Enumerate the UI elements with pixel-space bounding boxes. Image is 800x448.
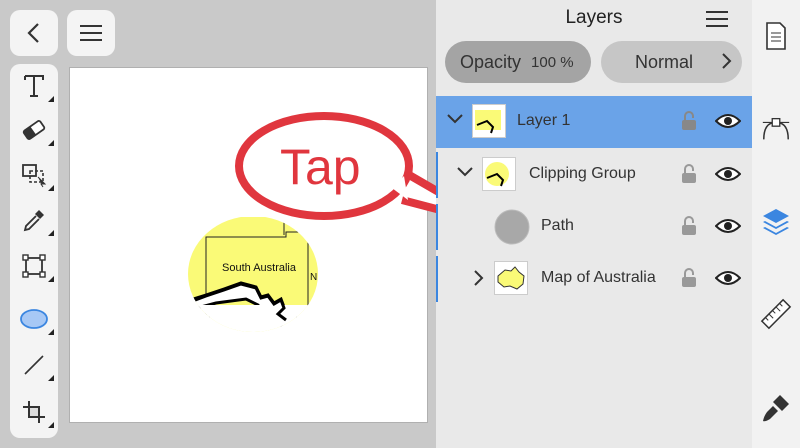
brush-icon <box>763 395 789 422</box>
text-tool-button[interactable] <box>10 64 58 108</box>
node-tool-button[interactable] <box>760 113 792 145</box>
eye-icon[interactable] <box>715 165 741 183</box>
lock-icon[interactable] <box>681 163 697 185</box>
chevron-right-icon[interactable] <box>472 269 484 287</box>
panel-title: Layers <box>565 7 623 28</box>
layer-row-map-of-australia[interactable]: Map of Australia <box>436 253 752 305</box>
ellipse-tool-button[interactable] <box>10 297 58 341</box>
ellipse-tool-icon <box>20 309 48 329</box>
transform-panel-button[interactable] <box>760 298 792 330</box>
back-button[interactable] <box>10 10 58 56</box>
text-tool-icon <box>24 75 44 97</box>
layer-name: Path <box>541 217 574 234</box>
callout-text: Tap <box>280 139 361 195</box>
brushes-panel-button[interactable] <box>760 392 792 424</box>
map-thumbnail-icon <box>485 162 509 187</box>
eye-icon[interactable] <box>715 217 741 235</box>
layers-panel: Layers Opacity 100 % Normal Layer 1 Clip… <box>436 0 752 448</box>
chevron-right-icon <box>722 53 732 69</box>
layer-row-clipping-group[interactable]: Clipping Group <box>436 149 752 201</box>
selection-icon <box>22 164 47 188</box>
opacity-value: 100 % <box>531 53 574 71</box>
map-edge-label: N <box>310 272 318 283</box>
layer-row-layer-1[interactable]: Layer 1 <box>436 96 752 148</box>
line-tool-icon <box>24 355 44 375</box>
document-panel-button[interactable] <box>760 20 792 52</box>
layer-indent-rail <box>436 152 438 198</box>
chevron-down-icon[interactable] <box>446 112 464 126</box>
layer-indent-rail <box>436 256 438 302</box>
map-region-label: South Australia <box>222 262 296 274</box>
selection-tool-button[interactable] <box>10 153 58 197</box>
crop-icon <box>22 254 46 278</box>
layer-row-path[interactable]: Path <box>436 201 752 253</box>
australia-map-icon <box>497 266 525 290</box>
document-icon <box>766 22 786 50</box>
eye-icon[interactable] <box>715 269 741 287</box>
studio-rail <box>752 0 800 448</box>
lock-icon[interactable] <box>681 215 697 237</box>
lock-icon[interactable] <box>681 267 697 289</box>
eraser-icon <box>22 120 46 140</box>
layer-indent-rail <box>436 204 438 250</box>
eyedropper-icon <box>23 210 44 232</box>
chevron-down-icon[interactable] <box>456 165 474 179</box>
tools-toolbar <box>10 64 58 438</box>
opacity-control[interactable]: Opacity 100 % <box>445 41 591 83</box>
line-tool-button[interactable] <box>10 343 58 387</box>
blend-mode-select[interactable]: Normal <box>601 41 742 83</box>
node-tool-icon <box>762 117 790 140</box>
lock-icon[interactable] <box>681 110 697 132</box>
page-icon <box>23 401 45 423</box>
panel-menu-button[interactable] <box>706 10 728 33</box>
page-tool-button[interactable] <box>10 390 58 434</box>
layer-thumbnail <box>472 104 506 138</box>
layers-icon <box>763 209 789 235</box>
crop-tool-button[interactable] <box>10 244 58 288</box>
ruler-icon <box>760 298 792 330</box>
layer-name: Clipping Group <box>529 165 636 182</box>
map-thumbnail-icon <box>475 110 501 134</box>
layers-panel-button[interactable] <box>760 205 792 237</box>
layer-name: Map of Australia <box>541 269 656 286</box>
hamburger-menu-icon <box>80 25 102 41</box>
main-menu-button[interactable] <box>67 10 115 56</box>
hamburger-menu-icon <box>706 11 728 27</box>
eyedropper-tool-button[interactable] <box>10 198 58 242</box>
layer-thumbnail <box>494 261 528 295</box>
chevron-left-icon <box>27 23 39 43</box>
ellipse-thumbnail-icon <box>494 209 530 245</box>
blend-mode-value: Normal <box>635 51 694 72</box>
layer-thumbnail <box>482 157 516 191</box>
eraser-tool-button[interactable] <box>10 108 58 152</box>
opacity-label: Opacity <box>460 51 522 72</box>
layer-name: Layer 1 <box>517 112 571 129</box>
eye-icon[interactable] <box>715 112 741 130</box>
